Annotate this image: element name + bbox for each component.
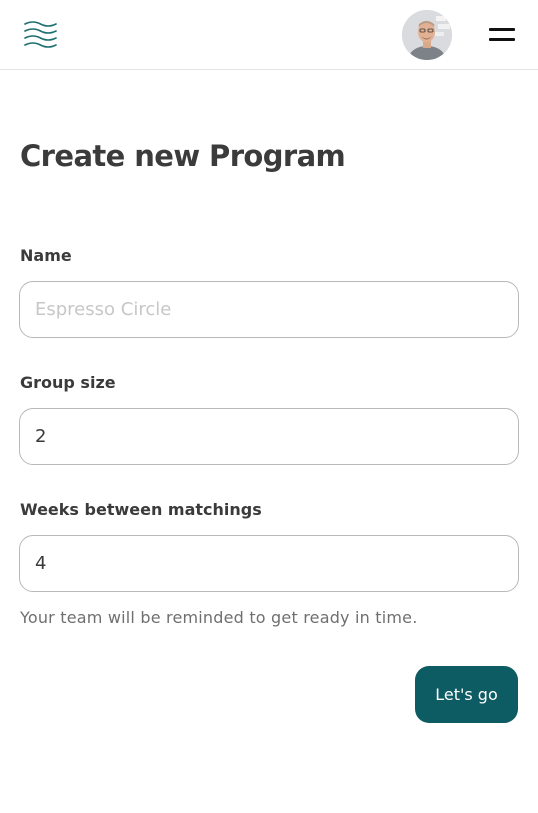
avatar-image	[402, 10, 452, 60]
app-header	[0, 0, 538, 70]
weeks-between-label: Weeks between matchings	[20, 500, 262, 519]
group-size-label: Group size	[20, 373, 116, 392]
reminder-hint: Your team will be reminded to get ready …	[20, 608, 418, 627]
page-title: Create new Program	[20, 139, 346, 173]
hamburger-menu-icon[interactable]	[489, 26, 517, 44]
waves-logo-icon[interactable]	[24, 20, 57, 48]
weeks-between-input[interactable]	[19, 535, 519, 592]
lets-go-button[interactable]: Let's go	[415, 666, 518, 723]
name-input[interactable]	[19, 281, 519, 338]
name-label: Name	[20, 246, 72, 265]
group-size-input[interactable]	[19, 408, 519, 465]
user-avatar[interactable]	[402, 10, 452, 60]
